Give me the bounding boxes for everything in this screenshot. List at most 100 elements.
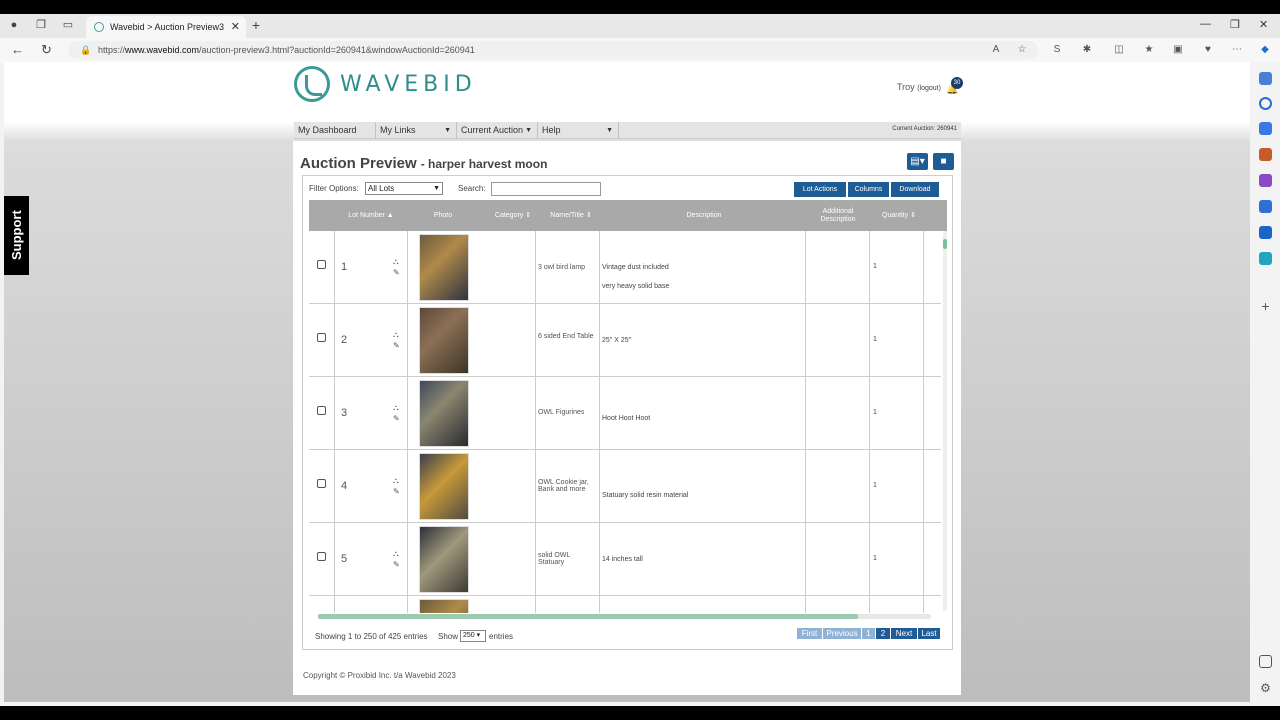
pager-next[interactable]: Next [891,628,917,639]
close-tab-icon[interactable]: ✕ [231,20,240,33]
lot-photo[interactable] [419,453,469,520]
sidebar-layout-icon[interactable] [1259,655,1272,668]
row-checkbox[interactable] [317,406,326,415]
lot-photo[interactable] [419,234,469,301]
favorite-star-icon[interactable]: ☆ [1016,44,1028,56]
search-icon[interactable] [1259,97,1272,110]
lot-description: Statuary solid resin material [602,492,689,499]
profile-icon[interactable]: ● [8,19,20,31]
add-sidebar-icon[interactable]: + [1259,299,1272,313]
restore-icon[interactable]: ❐ [1230,18,1240,31]
menu-current-auction[interactable]: Current Auction ▼ [457,122,538,139]
new-tab-icon[interactable]: + [250,18,262,32]
filter-select[interactable]: All Lots ▼ [365,182,443,195]
minimize-icon[interactable]: — [1200,18,1211,30]
tab-actions-icon[interactable]: ▭ [62,19,74,31]
th-quantity[interactable]: Quantity ⇕ [869,200,929,231]
pager-first[interactable]: First [797,628,822,639]
binoculars-icon[interactable]: ⛬ [393,549,399,559]
lot-name[interactable]: OWL Cookie jar, Bank and more [538,479,594,493]
pager-previous[interactable]: Previous [823,628,861,639]
chevron-down-icon: ▼ [606,127,613,134]
support-tab[interactable]: Support [4,196,29,275]
binoculars-icon[interactable]: ⛬ [393,476,399,486]
edit-icon[interactable]: ✎ [393,341,400,350]
description-cell [600,450,806,522]
lot-quantity: 1 [873,555,877,562]
lot-photo[interactable] [419,380,469,447]
edit-icon[interactable]: ✎ [393,487,400,496]
split-screen-icon[interactable]: ◫ [1113,44,1125,56]
chevron-down-icon: ▼ [525,127,532,134]
show-label: Show [438,632,459,641]
edit-icon[interactable]: ✎ [393,414,400,423]
browser-tab[interactable]: Wavebid > Auction Preview3 ✕ [86,16,246,38]
binoculars-icon[interactable]: ⛬ [393,403,399,413]
folder-icon[interactable]: ■ [933,153,954,170]
lot-cell: 2 ⛬ ✎ [335,304,408,376]
lot-photo[interactable] [419,599,469,613]
lot-name[interactable]: 6 sided End Table [538,333,594,340]
columns-button[interactable]: Columns [848,182,889,197]
browser-window: ● ❐ ▭ Wavebid > Auction Preview3 ✕ + — ❐… [0,14,1280,706]
lot-actions-button[interactable]: Lot Actions [794,182,846,197]
vertical-scrollbar[interactable] [943,231,947,611]
binoculars-icon[interactable]: ⛬ [393,330,399,340]
people-icon[interactable] [1259,174,1272,187]
export-file-icon[interactable]: ▤▾ [907,153,928,170]
extension-s-icon[interactable]: S [1051,44,1063,56]
row-checkbox[interactable] [317,333,326,342]
back-icon[interactable]: ← [11,42,24,58]
lot-name[interactable]: solid OWL Statuary [538,552,594,566]
download-button[interactable]: Download [891,182,939,197]
workspaces-icon[interactable]: ❐ [35,19,47,31]
horizontal-scrollbar[interactable] [318,614,931,619]
row-checkbox[interactable] [317,552,326,561]
menu-my-links[interactable]: My Links ▼ [376,122,457,139]
read-aloud-icon[interactable]: A [990,44,1002,56]
binoculars-icon[interactable]: ⛬ [393,257,399,267]
favorites-icon[interactable]: ★ [1143,44,1155,56]
lot-photo[interactable] [419,526,469,593]
menu-my-dashboard[interactable]: My Dashboard [294,122,376,139]
outlook-icon[interactable] [1259,226,1272,239]
horizontal-scroll-thumb[interactable] [318,614,858,619]
search-input[interactable] [491,182,601,196]
performance-icon[interactable]: ♥ [1202,44,1214,56]
wavebid-logo[interactable]: WAVEBID [294,65,477,103]
shopping-tag-icon[interactable] [1259,122,1272,135]
office-icon[interactable] [1259,200,1272,213]
extensions-icon[interactable]: ✱ [1081,44,1093,56]
menu-help[interactable]: Help ▼ [538,122,619,139]
copilot-icon[interactable]: ◆ [1259,44,1271,56]
description-cell [600,377,806,449]
notification-icon[interactable] [1259,72,1272,85]
tools-briefcase-icon[interactable] [1259,148,1272,161]
url-field[interactable]: 🔒 https://www.wavebid.com/auction-previe… [68,41,1038,59]
logout-link[interactable]: (logout) [917,85,941,92]
more-menu-icon[interactable]: ⋯ [1231,44,1243,56]
name-cell [536,596,600,613]
refresh-icon[interactable]: ↻ [41,42,52,58]
pager-last[interactable]: Last [918,628,940,639]
additional-description-cell [806,377,870,449]
settings-gear-icon[interactable]: ⚙ [1259,682,1272,695]
vertical-scroll-thumb[interactable] [943,239,947,249]
designer-icon[interactable] [1259,252,1272,265]
title-text: Auction Preview [300,155,417,172]
pager-page-2[interactable]: 2 [876,628,890,639]
lot-name[interactable]: 3 owl bird lamp [538,264,594,271]
pager-page-1[interactable]: 1 [862,628,875,639]
page-size-select[interactable]: 250 ▾ [460,630,486,642]
edit-icon[interactable]: ✎ [393,268,400,277]
th-name-title[interactable]: Name/Title ⇕ [541,200,601,231]
th-category[interactable]: Category ⇕ [479,200,547,231]
edit-icon[interactable]: ✎ [393,560,400,569]
th-lot-number[interactable]: Lot Number ▲ [335,200,407,231]
lot-name[interactable]: OWL Figurines [538,409,594,416]
row-checkbox[interactable] [317,260,326,269]
lot-photo[interactable] [419,307,469,374]
row-checkbox[interactable] [317,479,326,488]
collections-icon[interactable]: ▣ [1172,44,1184,56]
close-window-icon[interactable]: ✕ [1259,18,1268,31]
